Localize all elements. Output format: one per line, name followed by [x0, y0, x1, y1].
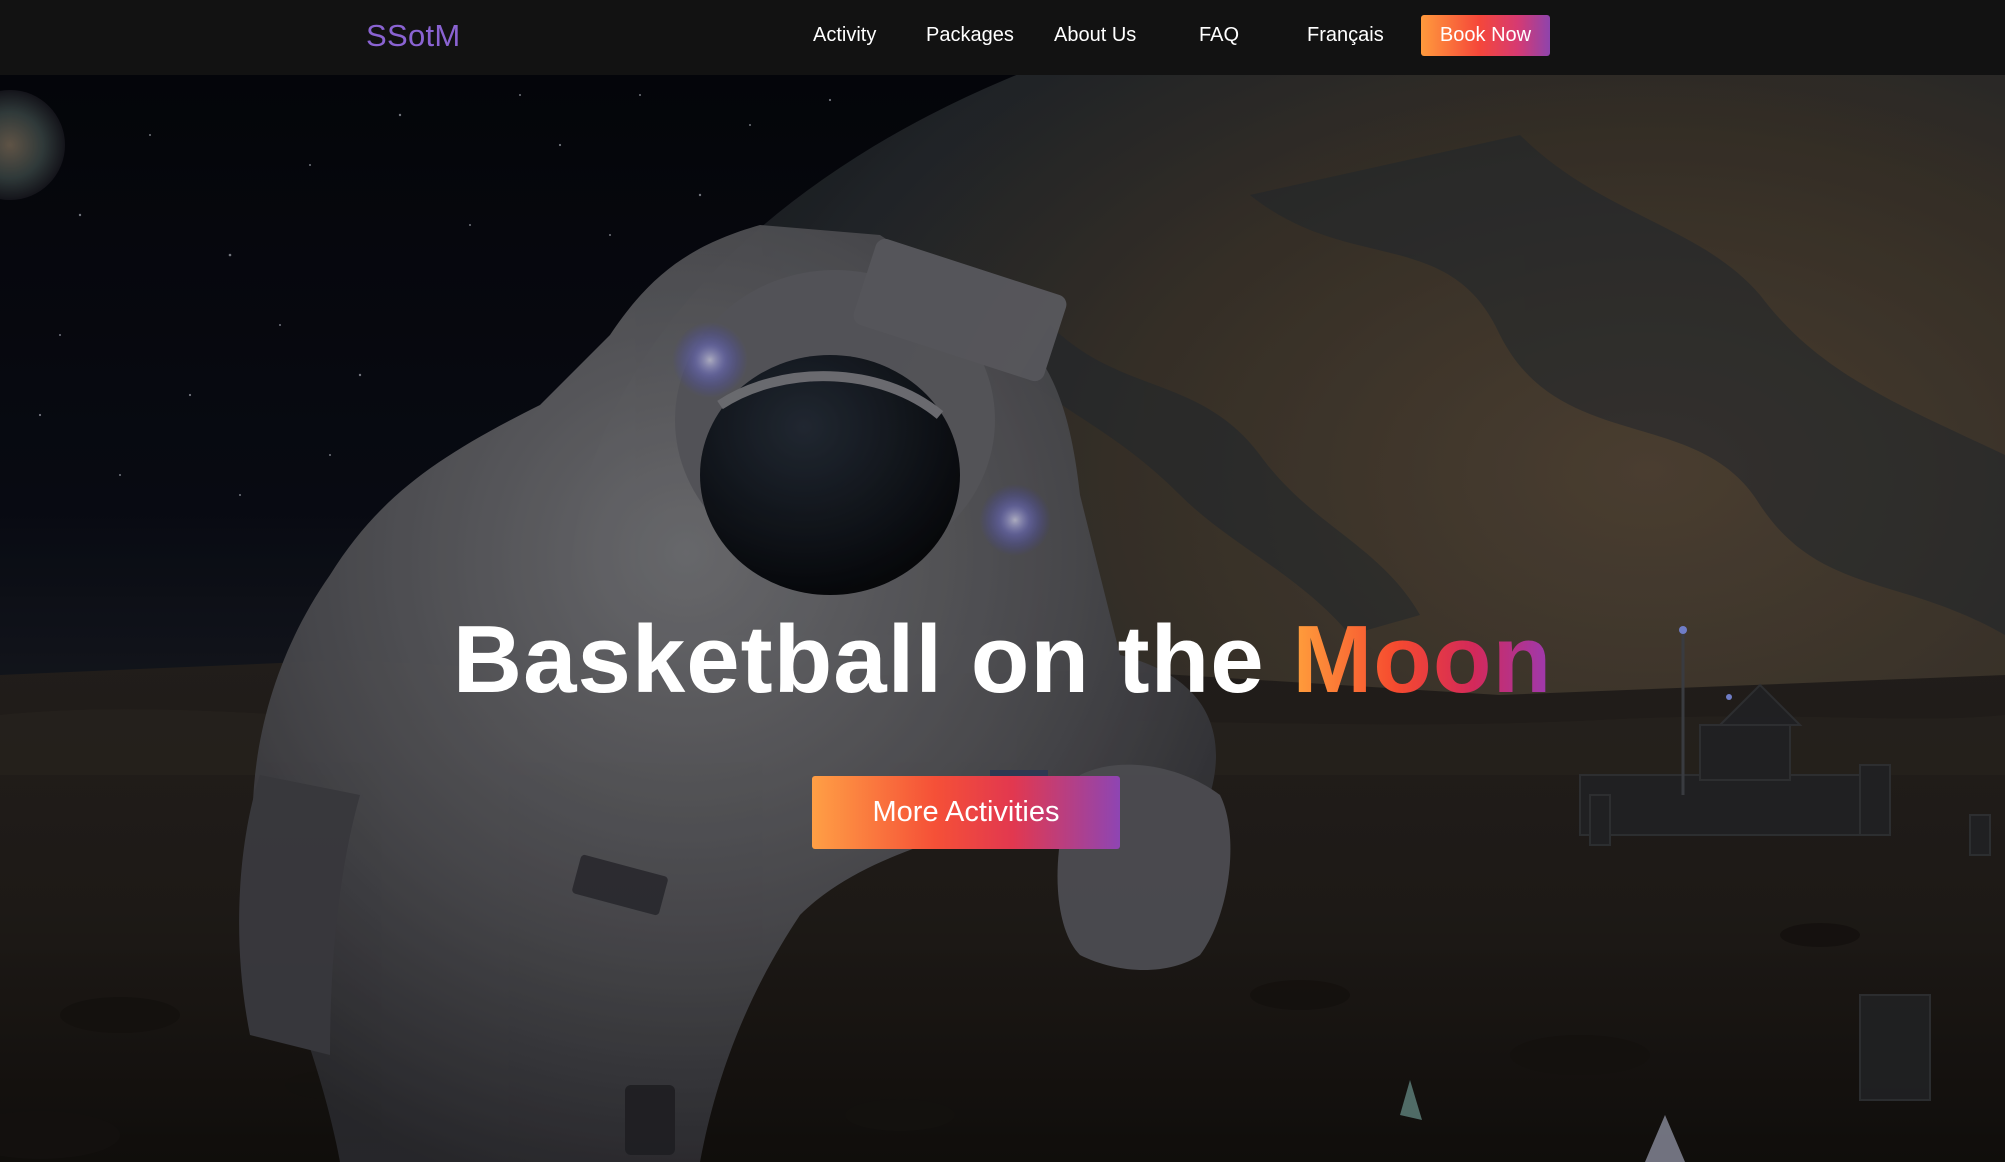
nav-link-language[interactable]: Français: [1307, 24, 1384, 47]
hero-title-main: Basketball on the: [452, 606, 1293, 713]
nav-link-faq[interactable]: FAQ: [1199, 24, 1239, 47]
page: SSotM Activity Packages About Us FAQ Fra…: [0, 0, 2005, 1162]
hero-title: Basketball on the Moon: [0, 605, 2005, 715]
nav-link-about-us[interactable]: About Us: [1054, 24, 1136, 47]
book-now-button[interactable]: Book Now: [1421, 15, 1550, 56]
more-activities-button[interactable]: More Activities: [812, 776, 1120, 849]
hero-title-accent: Moon: [1292, 606, 1553, 713]
top-navbar: SSotM Activity Packages About Us FAQ Fra…: [0, 0, 2005, 75]
nav-link-activity[interactable]: Activity: [813, 24, 876, 47]
site-logo[interactable]: SSotM: [366, 18, 461, 54]
hero-section: Basketball on the Moon More Activities: [0, 75, 2005, 1162]
nav-link-packages[interactable]: Packages: [926, 24, 1014, 47]
